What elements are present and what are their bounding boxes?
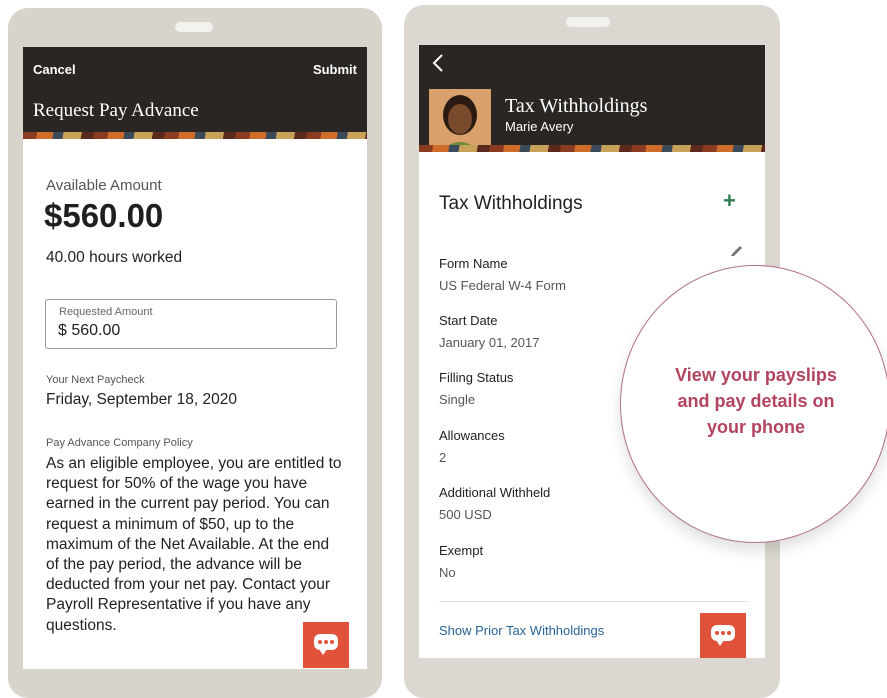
filing-status-value: Single [439, 392, 476, 407]
section-title: Tax Withholdings [439, 193, 583, 214]
requested-amount-label: Requested Amount [59, 306, 153, 318]
employee-name: Marie Avery [505, 119, 574, 134]
exempt-label: Exempt [439, 543, 484, 558]
right-phone-speaker [566, 17, 610, 27]
form-name-value: US Federal W-4 Form [439, 278, 566, 293]
next-paycheck-label: Your Next Paycheck [46, 374, 145, 386]
left-phone: Cancel Submit Request Pay Advance Availa… [8, 8, 382, 698]
form-name-label: Form Name [439, 256, 508, 271]
header-decorative-stripe [419, 145, 765, 152]
avatar [429, 89, 491, 151]
exempt-value: No [439, 565, 456, 580]
tax-withholdings-header: Tax Withholdings Marie Avery [419, 45, 765, 152]
requested-amount-field[interactable]: Requested Amount $ 560.00 [45, 299, 337, 349]
plus-icon[interactable]: + [723, 188, 736, 214]
header-title: Tax Withholdings [505, 95, 648, 117]
pencil-icon[interactable] [729, 241, 745, 257]
callout-line-1: View your payslips [675, 365, 837, 385]
left-phone-speaker [175, 22, 213, 32]
start-date-label: Start Date [439, 313, 498, 328]
callout-line-2: and pay details on [677, 391, 835, 411]
available-amount-value: $560.00 [44, 197, 164, 234]
filing-status-label: Filling Status [439, 370, 514, 385]
page-title: Request Pay Advance [33, 100, 199, 121]
chat-bubble-icon [711, 625, 735, 646]
chat-button[interactable] [700, 613, 746, 658]
additional-withheld-label: Additional Withheld [439, 485, 551, 500]
allowances-label: Allowances [439, 428, 505, 443]
show-prior-tax-withholdings-link[interactable]: Show Prior Tax Withholdings [439, 623, 604, 638]
next-paycheck-date: Friday, September 18, 2020 [46, 391, 237, 408]
available-amount-label: Available Amount [46, 177, 162, 194]
pay-advance-screen: Cancel Submit Request Pay Advance Availa… [23, 47, 367, 669]
hours-worked: 40.00 hours worked [46, 249, 183, 266]
callout-line-3: your phone [707, 417, 805, 437]
policy-label: Pay Advance Company Policy [46, 437, 193, 449]
submit-button[interactable]: Submit [313, 62, 357, 77]
cancel-button[interactable]: Cancel [33, 62, 76, 77]
pay-advance-header: Cancel Submit Request Pay Advance [23, 47, 367, 139]
header-decorative-stripe [23, 132, 367, 139]
additional-withheld-value: 500 USD [439, 507, 492, 522]
callout-circle: View your payslips and pay details on yo… [620, 265, 887, 543]
callout-text: View your payslips and pay details on yo… [661, 362, 851, 440]
allowances-value: 2 [439, 450, 447, 465]
chat-button[interactable] [303, 622, 349, 668]
chat-bubble-icon [314, 634, 338, 655]
chevron-left-icon[interactable] [431, 53, 445, 73]
start-date-value: January 01, 2017 [439, 335, 540, 350]
policy-text: As an eligible employee, you are entitle… [46, 455, 342, 634]
divider [439, 601, 749, 602]
requested-amount-input[interactable]: $ 560.00 [58, 322, 120, 340]
